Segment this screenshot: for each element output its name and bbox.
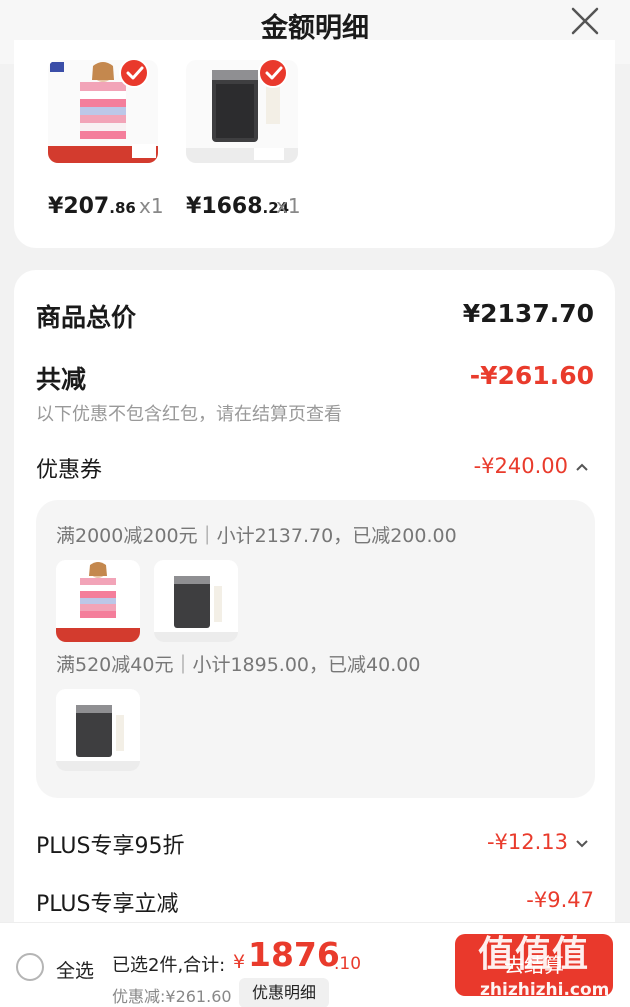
chevron-down-icon[interactable]	[575, 838, 589, 848]
discount-detail-button[interactable]: 优惠明细	[239, 978, 329, 1007]
coupon-rule: 满2000减200元｜小计2137.70，已减200.00	[56, 525, 457, 547]
watermark-url: zhizhizhi.com	[480, 980, 610, 1000]
plus-discount-value[interactable]: -¥12.13	[487, 830, 568, 854]
select-all-label[interactable]: 全选	[56, 956, 94, 983]
discount-summary: 优惠减:¥261.60	[112, 987, 232, 1006]
product-quantity: x1	[139, 194, 164, 218]
reduce-value: -¥261.60	[469, 361, 594, 390]
total-currency: ¥	[233, 951, 246, 973]
product-price: ¥1668.24	[186, 194, 290, 219]
total-amount: 1876	[248, 935, 340, 974]
total-decimal: .10	[334, 954, 362, 974]
reduce-label: 共减	[36, 365, 87, 394]
total-label: 商品总价	[36, 303, 137, 332]
selected-summary: 已选2件,合计:	[112, 955, 226, 976]
chevron-up-icon[interactable]	[575, 462, 589, 472]
coupon-product-thumbnail	[56, 560, 140, 642]
plus-reduce-value: -¥9.47	[526, 888, 594, 912]
coupon-value[interactable]: -¥240.00	[474, 454, 568, 478]
products-card: ¥207.86 x1 ¥1668.24 x1	[14, 40, 615, 248]
coupon-product-thumbnail	[56, 689, 140, 771]
discount-note: 以下优惠不包含红包，请在结算页查看	[36, 404, 342, 425]
product-price: ¥207.86	[48, 194, 136, 219]
plus-discount-label[interactable]: PLUS专享95折	[36, 828, 185, 860]
close-icon[interactable]	[570, 6, 600, 36]
watermark-logo: 值值值	[478, 934, 590, 975]
coupon-label[interactable]: 优惠券	[36, 452, 102, 484]
selected-check-icon[interactable]	[119, 58, 149, 88]
total-value: ¥2137.70	[462, 299, 594, 328]
coupon-product-thumbnail	[154, 560, 238, 642]
plus-reduce-label: PLUS专享立减	[36, 892, 179, 917]
selected-check-icon[interactable]	[258, 58, 288, 88]
select-all-radio[interactable]	[16, 953, 44, 981]
product-quantity: x1	[276, 194, 301, 218]
coupon-rule: 满520减40元｜小计1895.00，已减40.00	[56, 654, 421, 676]
